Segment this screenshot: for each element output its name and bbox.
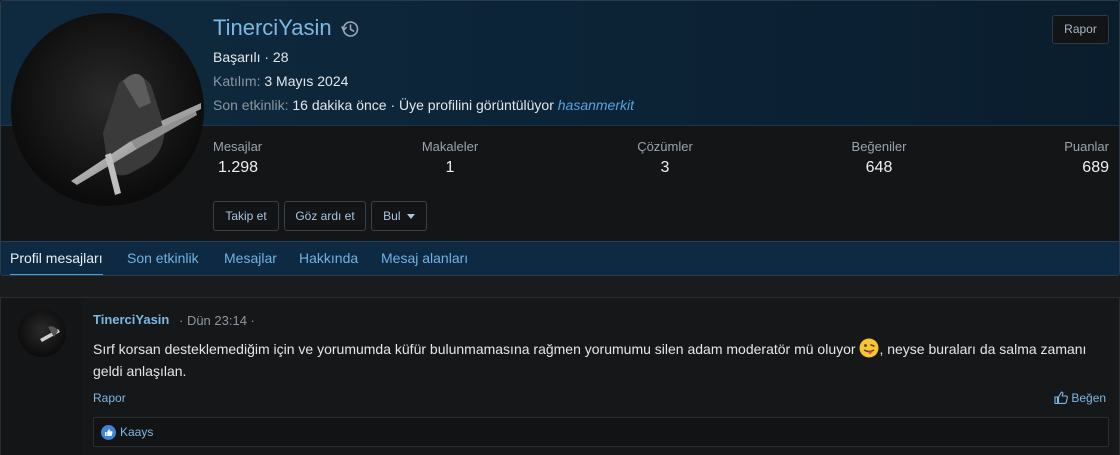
member-joined: Katılım: 3 Mayıs 2024 [213, 73, 348, 89]
post-report-link[interactable]: Rapor [93, 391, 126, 405]
stat-label: Puanlar [1064, 139, 1109, 154]
post-like-button[interactable]: Beğen [1054, 391, 1106, 405]
stat-label: Mesajlar [213, 139, 263, 154]
stat-messages[interactable]: Mesajlar 1.298 [213, 139, 262, 177]
post-avatar[interactable] [18, 309, 66, 357]
profile-username: TinerciYasin [213, 15, 332, 40]
reaction-users-link[interactable]: Kaays [120, 425, 153, 439]
report-button[interactable]: Rapor [1052, 15, 1109, 44]
reactions-bar: Kaays [93, 417, 1109, 447]
tab-about[interactable]: Hakkında [299, 242, 358, 275]
profile-tabs: Profil mesajları Son etkinlik Mesajlar H… [1, 241, 1119, 275]
stat-value: 1 [445, 159, 455, 176]
thumbs-up-icon [1054, 391, 1068, 405]
stat-label: Çözümler [637, 139, 693, 154]
stat-value: 689 [1082, 159, 1109, 176]
joined-value: 3 Mayıs 2024 [264, 73, 349, 89]
last-activity-label: Son etkinlik: [213, 97, 289, 113]
stat-solutions[interactable]: Çözümler 3 [635, 139, 695, 177]
last-activity-link[interactable]: hasanmerkit [558, 97, 634, 113]
avatar[interactable] [11, 13, 204, 206]
joined-label: Katılım: [213, 73, 261, 89]
avatar-image [71, 73, 201, 195]
like-reaction-icon [101, 425, 116, 440]
stat-points[interactable]: Puanlar 689 [1041, 139, 1109, 177]
post-content: Sırf korsan desteklemediğim için ve yoru… [93, 338, 1105, 382]
tab-message-areas[interactable]: Mesaj alanları [381, 242, 468, 275]
tongue-emoji-icon [859, 338, 879, 358]
ignore-button[interactable]: Göz ardı et [284, 201, 366, 231]
post-text-1: Sırf korsan desteklemediğim için ve yoru… [93, 341, 860, 357]
stat-articles[interactable]: Makaleler 1 [421, 139, 479, 177]
stat-value: 3 [660, 159, 670, 176]
stat-label: Beğeniler [851, 139, 907, 154]
tab-profile-posts[interactable]: Profil mesajları [10, 242, 103, 275]
post-user-cell [1, 298, 83, 455]
tab-postings[interactable]: Mesajlar [224, 242, 277, 275]
post-author[interactable]: TinerciYasin [93, 312, 169, 327]
last-activity-value: 16 dakika önce · Üye profilini görüntülü… [292, 97, 554, 113]
like-label: Beğen [1071, 391, 1107, 405]
history-icon[interactable] [340, 19, 360, 39]
member-rank: Başarılı · 28 [213, 49, 289, 65]
find-label: Bul [383, 209, 401, 223]
tab-latest-activity[interactable]: Son etkinlik [127, 242, 199, 275]
post-time[interactable]: · Dün 23:14 · [179, 313, 255, 328]
stat-value: 648 [865, 159, 893, 176]
member-last-activity: Son etkinlik: 16 dakika önce · Üye profi… [213, 97, 634, 113]
stat-label: Makaleler [421, 139, 479, 154]
follow-button[interactable]: Takip et [213, 201, 279, 231]
member-header: TinerciYasin Başarılı · 28 Katılım: 3 Ma… [0, 0, 1120, 276]
profile-post: TinerciYasin · Dün 23:14 · Sırf korsan d… [0, 297, 1120, 455]
avatar-image [40, 326, 60, 342]
chevron-down-icon [406, 214, 415, 219]
stat-likes[interactable]: Beğeniler 648 [849, 139, 909, 177]
stat-value: 1.298 [218, 159, 259, 176]
find-dropdown-button[interactable]: Bul [371, 201, 427, 231]
